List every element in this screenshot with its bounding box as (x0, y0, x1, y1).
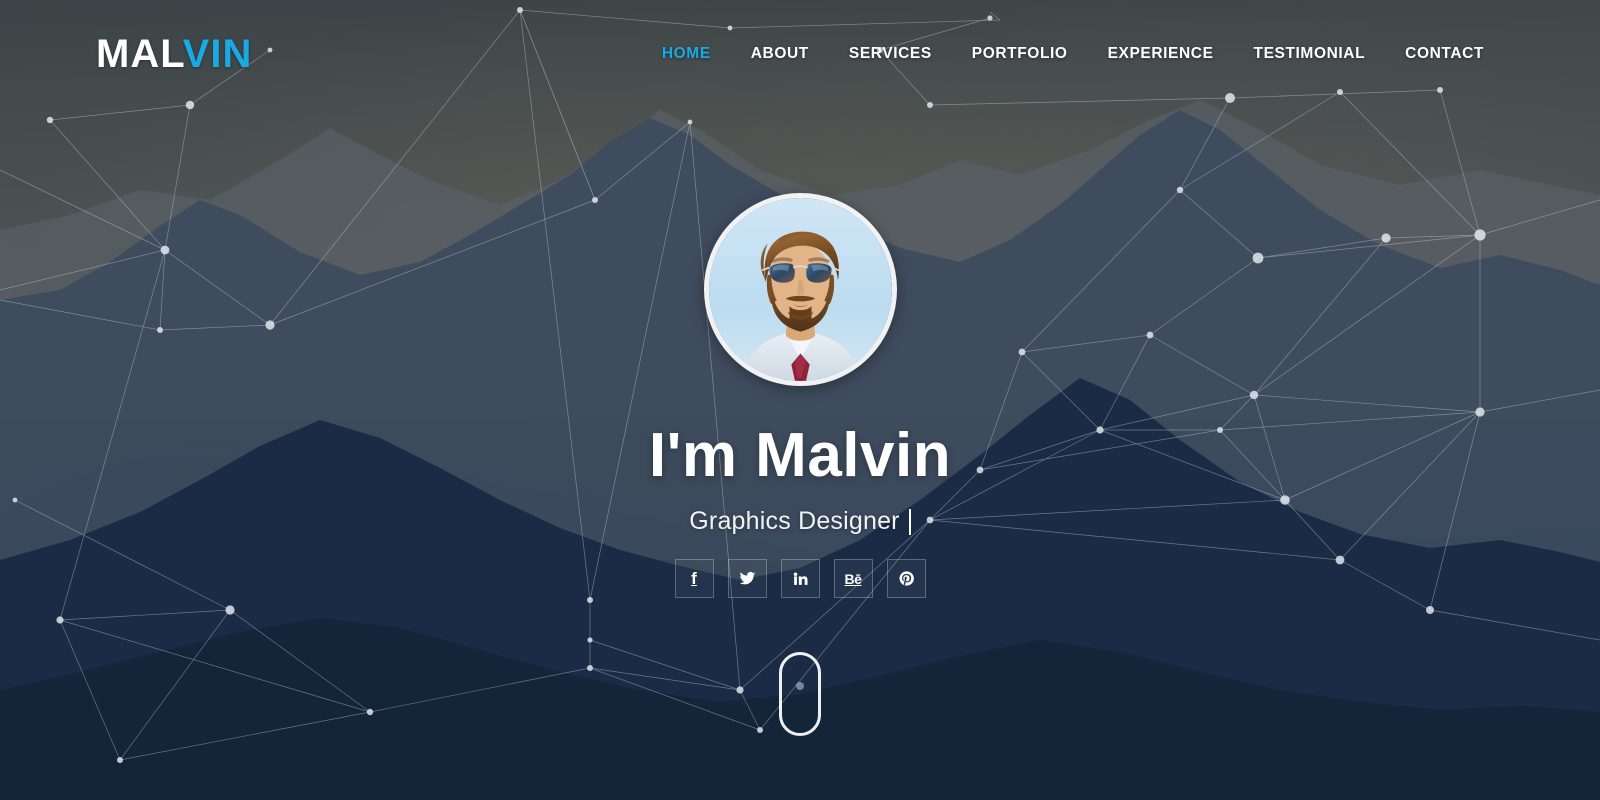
site-header: MALVIN HOME ABOUT SERVICES PORTFOLIO EXP… (0, 0, 1600, 108)
logo-part-one: MAL (96, 32, 183, 76)
nav-item-services[interactable]: SERVICES (829, 37, 952, 71)
avatar (703, 193, 897, 386)
pinterest-icon (898, 571, 914, 586)
hero-subtitle: Graphics Designer (689, 507, 900, 535)
main-navigation: HOME ABOUT SERVICES PORTFOLIO EXPERIENCE… (642, 37, 1504, 71)
hero-subtitle-row: Graphics Designer (689, 507, 911, 536)
nav-item-experience[interactable]: EXPERIENCE (1088, 37, 1234, 71)
social-link-linkedin[interactable] (780, 559, 820, 598)
nav-item-contact[interactable]: CONTACT (1385, 37, 1504, 71)
scroll-down-mouse-icon[interactable] (779, 652, 821, 736)
nav-item-portfolio[interactable]: PORTFOLIO (952, 37, 1088, 71)
behance-icon: Bē (844, 570, 862, 587)
page-title: I'm Malvin (648, 421, 952, 490)
social-link-behance[interactable]: Bē (833, 559, 873, 598)
site-logo[interactable]: MALVIN (96, 34, 252, 74)
logo-part-two: VIN (182, 32, 253, 76)
social-link-facebook[interactable]: f (674, 559, 714, 598)
nav-item-home[interactable]: HOME (642, 37, 731, 71)
facebook-icon: f (691, 569, 697, 588)
scroll-wheel-dot (796, 682, 804, 690)
social-links: f Bē (674, 559, 926, 598)
twitter-icon (739, 571, 755, 585)
hero-section: MALVIN HOME ABOUT SERVICES PORTFOLIO EXP… (0, 0, 1600, 800)
linkedin-icon (793, 572, 808, 585)
nav-item-about[interactable]: ABOUT (731, 37, 829, 71)
typing-caret (908, 508, 911, 535)
nav-item-testimonial[interactable]: TESTIMONIAL (1234, 37, 1386, 71)
social-link-twitter[interactable] (727, 559, 767, 598)
avatar-photo (708, 198, 892, 381)
social-link-pinterest[interactable] (886, 559, 926, 598)
